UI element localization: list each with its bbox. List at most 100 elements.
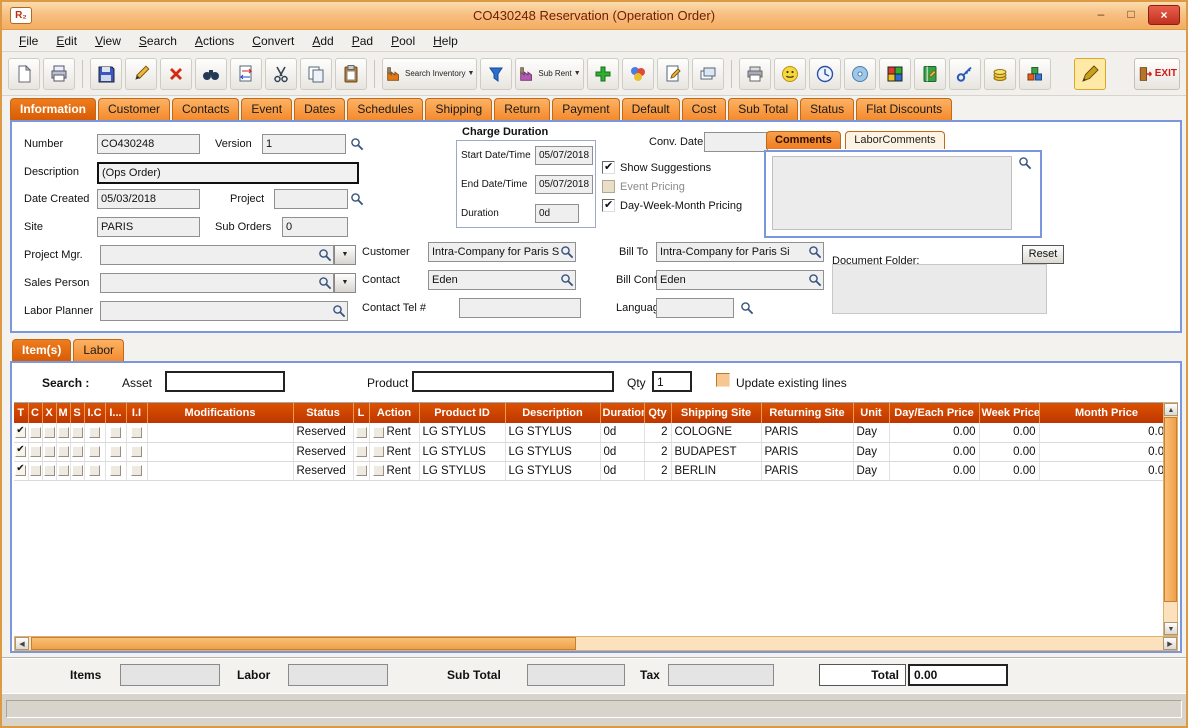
col-header[interactable]: Month Price <box>1039 403 1163 423</box>
row-checkbox-l[interactable] <box>355 445 367 457</box>
money-button[interactable] <box>983 57 1016 90</box>
col-header[interactable]: M <box>56 403 71 423</box>
project-field[interactable] <box>274 189 348 209</box>
tab-flat-discounts[interactable]: Flat Discounts <box>856 98 953 120</box>
end-date-field[interactable] <box>535 175 593 194</box>
reset-button[interactable]: Reset <box>1022 245 1064 264</box>
menu-search[interactable]: Search <box>130 32 186 50</box>
row-checkbox-x[interactable] <box>43 464 55 476</box>
language-search-icon[interactable] <box>740 301 754 315</box>
date-created-field[interactable] <box>97 189 200 209</box>
chevron-down-icon[interactable]: ▼ <box>467 70 474 77</box>
sub-rent-button[interactable]: Sub Rent ▼ <box>515 57 584 90</box>
project-mgr-field[interactable] <box>100 245 334 265</box>
event-pricing-checkbox[interactable] <box>602 180 615 193</box>
description-field[interactable] <box>97 162 359 184</box>
col-header[interactable]: Description <box>505 403 601 423</box>
edit-button[interactable] <box>125 57 157 90</box>
row-checkbox-s[interactable] <box>71 426 83 438</box>
project-search-icon[interactable] <box>350 192 364 206</box>
tab-cost[interactable]: Cost <box>681 98 727 120</box>
tab-labor[interactable]: Labor <box>73 339 125 361</box>
row-checkbox-c[interactable] <box>29 464 41 476</box>
row-checkbox-ii[interactable] <box>131 426 142 438</box>
tab-items[interactable]: Item(s) <box>12 339 72 361</box>
col-header[interactable]: L <box>353 403 370 423</box>
horizontal-scroll-thumb[interactable] <box>31 637 576 650</box>
asset-input[interactable] <box>165 371 285 392</box>
customer-field[interactable] <box>428 242 576 262</box>
col-header[interactable]: I.I <box>126 403 148 423</box>
row-checkbox-m[interactable] <box>57 445 69 457</box>
bill-to-field[interactable] <box>656 242 824 262</box>
sub-orders-field[interactable] <box>282 217 348 237</box>
cube-button[interactable] <box>878 57 911 90</box>
row-checkbox-t[interactable] <box>15 463 27 476</box>
menu-add[interactable]: Add <box>303 32 342 50</box>
row-checkbox-t[interactable] <box>15 444 27 457</box>
tab-return[interactable]: Return <box>494 98 551 120</box>
vertical-scroll-thumb[interactable] <box>1164 417 1177 602</box>
chevron-down-icon[interactable]: ▼ <box>574 70 581 77</box>
tab-shipping[interactable]: Shipping <box>425 98 493 120</box>
show-suggestions-checkbox[interactable] <box>602 160 615 174</box>
row-checkbox-l[interactable] <box>355 464 367 476</box>
row-checkbox-x[interactable] <box>43 445 55 457</box>
bill-contact-search-icon[interactable] <box>808 273 822 287</box>
col-header[interactable]: Unit <box>853 403 890 423</box>
tab-comments[interactable]: Comments <box>766 131 841 149</box>
scroll-left-icon[interactable]: ◀ <box>15 637 29 650</box>
groups-button[interactable] <box>621 57 654 90</box>
bill-to-search-icon[interactable] <box>808 245 822 259</box>
col-header[interactable]: Modifications <box>147 403 294 423</box>
tab-dates[interactable]: Dates <box>294 98 346 120</box>
row-checkbox-m[interactable] <box>57 464 69 476</box>
menu-help[interactable]: Help <box>424 32 467 50</box>
new-order-button[interactable] <box>8 57 40 90</box>
version-search-icon[interactable] <box>350 137 364 151</box>
cart-button[interactable] <box>1018 57 1051 90</box>
comments-text-area[interactable] <box>772 156 1012 230</box>
row-checkbox-s[interactable] <box>71 445 83 457</box>
table-row[interactable]: Reserved Rent LG STYLUS LG STYLUS 0d 2 B… <box>14 461 1163 481</box>
tab-payment[interactable]: Payment <box>552 98 620 120</box>
cut-button[interactable] <box>265 57 297 90</box>
delete-button[interactable] <box>160 57 192 90</box>
scroll-down-icon[interactable]: ▼ <box>1164 622 1178 635</box>
col-header[interactable]: I... <box>105 403 127 423</box>
transfer-button[interactable] <box>230 57 262 90</box>
row-checkbox-i[interactable] <box>110 426 121 438</box>
table-row[interactable]: Reserved Rent LG STYLUS LG STYLUS 0d 2 B… <box>14 442 1163 462</box>
document-folder-area[interactable] <box>832 264 1047 314</box>
tab-information[interactable]: Information <box>10 98 96 120</box>
menu-view[interactable]: View <box>86 32 130 50</box>
tab-status[interactable]: Status <box>800 98 855 120</box>
project-mgr-search-icon[interactable] <box>318 248 332 262</box>
copy-button[interactable] <box>300 57 332 90</box>
vertical-scrollbar[interactable]: ▲ ▼ <box>1163 402 1178 636</box>
action-checkbox[interactable] <box>372 464 384 476</box>
col-header[interactable]: C <box>28 403 43 423</box>
sales-person-dropdown-button[interactable]: ▼ <box>334 273 356 293</box>
site-field[interactable] <box>97 217 200 237</box>
menu-pad[interactable]: Pad <box>343 32 382 50</box>
tab-customer[interactable]: Customer <box>98 98 171 120</box>
col-header[interactable]: Action <box>369 403 420 423</box>
row-checkbox-x[interactable] <box>43 426 55 438</box>
row-checkbox-ii[interactable] <box>131 464 142 476</box>
add-item-button[interactable] <box>586 57 619 90</box>
row-checkbox-l[interactable] <box>355 426 367 438</box>
menu-file[interactable]: File <box>10 32 47 50</box>
print-labels-button[interactable] <box>738 57 771 90</box>
action-checkbox[interactable] <box>372 445 384 457</box>
row-checkbox-m[interactable] <box>57 426 69 438</box>
qty-input[interactable] <box>652 371 692 392</box>
product-input[interactable] <box>412 371 614 392</box>
row-checkbox-ic[interactable] <box>89 426 100 438</box>
labor-planner-search-icon[interactable] <box>332 304 346 318</box>
menu-pool[interactable]: Pool <box>382 32 424 50</box>
paste-button[interactable] <box>335 57 367 90</box>
language-field[interactable] <box>656 298 734 318</box>
action-checkbox[interactable] <box>372 426 384 438</box>
number-field[interactable] <box>97 134 200 154</box>
